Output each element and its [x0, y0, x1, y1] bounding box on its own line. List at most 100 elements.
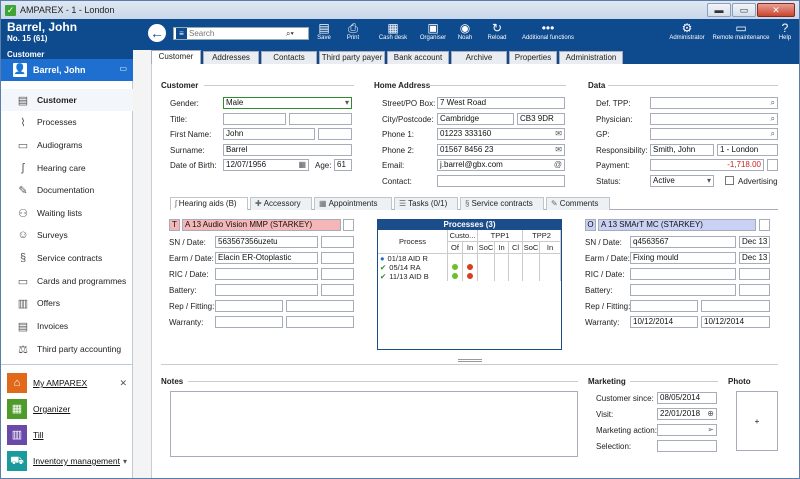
cell-in[interactable] [463, 272, 478, 281]
cell-empty-3[interactable] [523, 263, 540, 272]
left-earm-date[interactable] [321, 252, 354, 264]
cash-desk-button[interactable]: ▦ Cash desk [373, 22, 413, 42]
email-field[interactable]: j.barrel@gbx.com @ [437, 159, 565, 171]
splitter-handle[interactable] [458, 359, 482, 362]
module-organizer[interactable]: ▦ Organizer [1, 396, 133, 422]
process-row-1[interactable]: ✔ 05/14 RA [378, 263, 448, 272]
additional-functions-button[interactable]: ••• Additional functions [517, 22, 579, 42]
help-button[interactable]: ? Help [777, 22, 793, 42]
right-battery-field[interactable] [630, 284, 736, 296]
tab-properties[interactable]: Properties [509, 51, 557, 64]
responsibility-field[interactable]: Smith, John [650, 144, 714, 156]
print-button[interactable]: ⎙ Print [342, 22, 364, 42]
sidebar-item-offers[interactable]: ▥ Offers [1, 292, 133, 314]
title-field[interactable] [223, 113, 286, 125]
gp-field[interactable]: ⌕ [650, 128, 778, 140]
menu-icon[interactable]: ≡ [176, 28, 187, 39]
cell-empty-0[interactable] [478, 254, 495, 263]
cell-empty-0[interactable] [478, 272, 495, 281]
tab-contacts[interactable]: Contacts [261, 51, 317, 64]
organiser-button[interactable]: ▣ Organiser [418, 22, 448, 42]
cell-of[interactable] [448, 272, 463, 281]
left-sn-date[interactable] [321, 236, 354, 248]
module-my-amparex[interactable]: ⌂ My AMPAREX ✕ [1, 370, 133, 396]
left-ric-date[interactable] [321, 268, 354, 280]
cell-empty-2[interactable] [509, 263, 523, 272]
close-button[interactable]: ✕ [757, 3, 795, 17]
branch-field[interactable]: 1 - London [717, 144, 778, 156]
right-sn-date[interactable]: Dec 13 [739, 236, 770, 248]
minimize-button[interactable]: ▬ [707, 3, 731, 17]
search-icon[interactable]: ⌕▾ [286, 29, 294, 39]
chevron-down-icon[interactable]: ▾ [123, 457, 127, 466]
left-aid-extra[interactable] [343, 219, 354, 231]
tab-customer[interactable]: Customer [151, 50, 201, 64]
right-rep-field[interactable] [630, 300, 698, 312]
right-fitting-field[interactable] [701, 300, 770, 312]
cell-in[interactable] [463, 254, 478, 263]
remote-maintenance-button[interactable]: ▭ Remote maintenance [711, 22, 771, 42]
tab-addresses[interactable]: Addresses [203, 51, 259, 64]
surname-field[interactable]: Barrel [223, 144, 352, 156]
city-field[interactable]: Cambridge [437, 113, 514, 125]
sidebar-item-waiting-lists[interactable]: ⚇ Waiting lists [1, 202, 133, 224]
cell-empty-1[interactable] [495, 272, 509, 281]
selection-field[interactable] [657, 440, 717, 452]
physician-field[interactable]: ⌕ [650, 113, 778, 125]
right-earm-date[interactable]: Dec 13 [739, 252, 770, 264]
cell-empty-2[interactable] [509, 272, 523, 281]
right-sn-field[interactable]: q4563567 [630, 236, 736, 248]
cell-empty-4[interactable] [540, 272, 561, 281]
photo-add-button[interactable]: + [736, 391, 778, 451]
process-row-2[interactable]: ✔ 11/13 AID B [378, 272, 448, 281]
right-aid-extra[interactable] [759, 219, 770, 231]
sidebar-item-customer[interactable]: ▤ Customer [1, 89, 133, 111]
left-warranty2-field[interactable] [286, 316, 354, 328]
sidebar-item-service-contracts[interactable]: § Service contracts [1, 247, 133, 269]
subtab-service-contracts[interactable]: § Service contracts [460, 197, 544, 210]
cell-empty-4[interactable] [540, 263, 561, 272]
sidebar-item-audiograms[interactable]: ▭ Audiograms [1, 134, 133, 156]
street-field[interactable]: 7 West Road [437, 97, 565, 109]
first-name-extra-field[interactable] [318, 128, 352, 140]
sidebar-item-third-party-accounting[interactable]: ⚖ Third party accounting [1, 338, 133, 360]
cell-empty-1[interactable] [495, 254, 509, 263]
sidebar-item-hearing-care[interactable]: ʃ Hearing care [1, 157, 133, 179]
left-battery-field[interactable] [215, 284, 318, 296]
save-button[interactable]: ▤ Save [314, 22, 334, 42]
cell-empty-0[interactable] [478, 263, 495, 272]
module-till[interactable]: ▥ Till [1, 422, 133, 448]
left-fitting-field[interactable] [286, 300, 354, 312]
right-aid-model[interactable]: A 13 SMArT MC (STARKEY) [598, 219, 756, 231]
tab-administration[interactable]: Administration [559, 51, 623, 64]
cell-of[interactable] [448, 254, 463, 263]
right-warranty2-field[interactable]: 10/12/2014 [701, 316, 770, 328]
left-earm-field[interactable]: Elacin ER-Otoplastic [215, 252, 318, 264]
left-aid-model[interactable]: A 13 Audio Vision MMP (STARKEY) [182, 219, 341, 231]
left-warranty1-field[interactable] [215, 316, 283, 328]
left-battery-extra[interactable] [321, 284, 354, 296]
cell-of[interactable] [448, 263, 463, 272]
cell-empty-3[interactable] [523, 254, 540, 263]
action-field[interactable]: ➢ [657, 424, 717, 436]
right-ric-field[interactable] [630, 268, 736, 280]
administrator-button[interactable]: ⚙ Administrator [669, 22, 705, 42]
sidebar-item-invoices[interactable]: ▤ Invoices [1, 315, 133, 337]
sidebar-item-surveys[interactable]: ☺ Surveys [1, 224, 133, 246]
right-earm-field[interactable]: Fixing mould [630, 252, 736, 264]
advertising-checkbox[interactable] [725, 176, 734, 185]
tab-third-party-payer[interactable]: Third party payer [319, 51, 385, 64]
tab-bank-account[interactable]: Bank account [387, 51, 449, 64]
subtab-tasks[interactable]: ☰ Tasks (0/1) [394, 197, 458, 210]
maximize-button[interactable]: ▭ [732, 3, 756, 17]
title2-field[interactable] [289, 113, 352, 125]
cell-in[interactable] [463, 263, 478, 272]
cell-empty-4[interactable] [540, 254, 561, 263]
sidebar-item-cards[interactable]: ▭ Cards and programmes [1, 270, 133, 292]
visit-field[interactable]: 22/01/2018 ⊕ [657, 408, 717, 420]
phone2-field[interactable]: 01567 8456 23 ✉ [437, 144, 565, 156]
subtab-comments[interactable]: ✎ Comments [546, 197, 610, 210]
process-row-0[interactable]: ● 01/18 AID R [378, 254, 448, 263]
phone1-field[interactable]: 01223 333160 ✉ [437, 128, 565, 140]
subtab-hearing-aids[interactable]: ʃ Hearing aids (B) [170, 197, 248, 210]
